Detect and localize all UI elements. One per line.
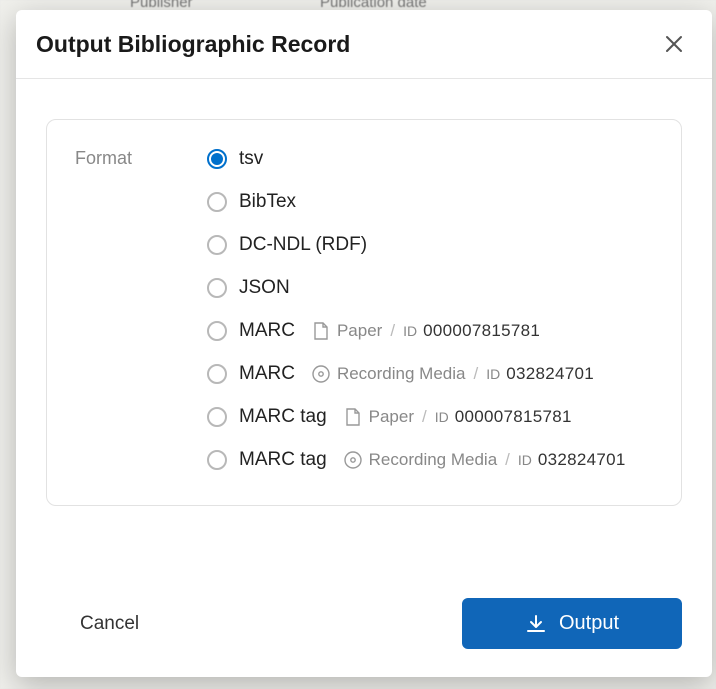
id-value: 032824701 (506, 364, 594, 384)
option-marc-recording[interactable]: MARC Recording Media / ID 032824701 (207, 363, 626, 385)
id-value: 000007815781 (423, 321, 540, 341)
option-label: DC-NDL (RDF) (239, 234, 367, 256)
radio-icon (207, 192, 227, 212)
option-label: MARC tag (239, 449, 327, 471)
disc-icon (311, 364, 331, 384)
media-type: Recording Media (337, 364, 466, 384)
radio-icon (207, 450, 227, 470)
format-panel: Format tsv BibTex DC-NDL (RDF) JSON (46, 119, 682, 506)
id-label: ID (486, 366, 500, 382)
option-marctag-recording[interactable]: MARC tag Recording Media / ID 032824701 (207, 449, 626, 471)
option-label: JSON (239, 277, 290, 299)
radio-icon (207, 235, 227, 255)
id-value: 032824701 (538, 450, 626, 470)
output-button-label: Output (559, 612, 619, 635)
radio-icon (207, 278, 227, 298)
output-bibliographic-modal: Output Bibliographic Record Format tsv B… (16, 10, 712, 677)
option-label: MARC tag (239, 406, 327, 428)
format-options: tsv BibTex DC-NDL (RDF) JSON MARC (207, 148, 626, 471)
option-json[interactable]: JSON (207, 277, 626, 299)
modal-footer: Cancel Output (16, 584, 712, 677)
option-label: tsv (239, 148, 263, 170)
option-meta: Recording Media / ID 032824701 (311, 364, 594, 384)
option-marc-paper[interactable]: MARC Paper / ID 000007815781 (207, 320, 626, 342)
option-bibtex[interactable]: BibTex (207, 191, 626, 213)
id-label: ID (518, 452, 532, 468)
media-type: Paper (337, 321, 382, 341)
option-meta: Paper / ID 000007815781 (343, 407, 572, 427)
output-button[interactable]: Output (462, 598, 682, 649)
modal-header: Output Bibliographic Record (16, 10, 712, 79)
id-label: ID (435, 409, 449, 425)
download-icon (525, 613, 547, 635)
option-meta: Recording Media / ID 032824701 (343, 450, 626, 470)
option-tsv[interactable]: tsv (207, 148, 626, 170)
option-label: BibTex (239, 191, 296, 213)
modal-title: Output Bibliographic Record (36, 31, 350, 58)
radio-icon (207, 407, 227, 427)
close-button[interactable] (660, 30, 688, 58)
option-dcndl[interactable]: DC-NDL (RDF) (207, 234, 626, 256)
disc-icon (343, 450, 363, 470)
format-label: Format (75, 148, 153, 471)
option-meta: Paper / ID 000007815781 (311, 321, 540, 341)
radio-icon (207, 149, 227, 169)
modal-body: Format tsv BibTex DC-NDL (RDF) JSON (16, 79, 712, 584)
id-label: ID (403, 323, 417, 339)
close-icon (664, 34, 684, 54)
option-label: MARC (239, 320, 295, 342)
id-value: 000007815781 (455, 407, 572, 427)
paper-icon (311, 321, 331, 341)
radio-icon (207, 364, 227, 384)
option-marctag-paper[interactable]: MARC tag Paper / ID 000007815781 (207, 406, 626, 428)
media-type: Recording Media (369, 450, 498, 470)
option-label: MARC (239, 363, 295, 385)
media-type: Paper (369, 407, 414, 427)
paper-icon (343, 407, 363, 427)
radio-icon (207, 321, 227, 341)
cancel-button[interactable]: Cancel (76, 605, 143, 643)
